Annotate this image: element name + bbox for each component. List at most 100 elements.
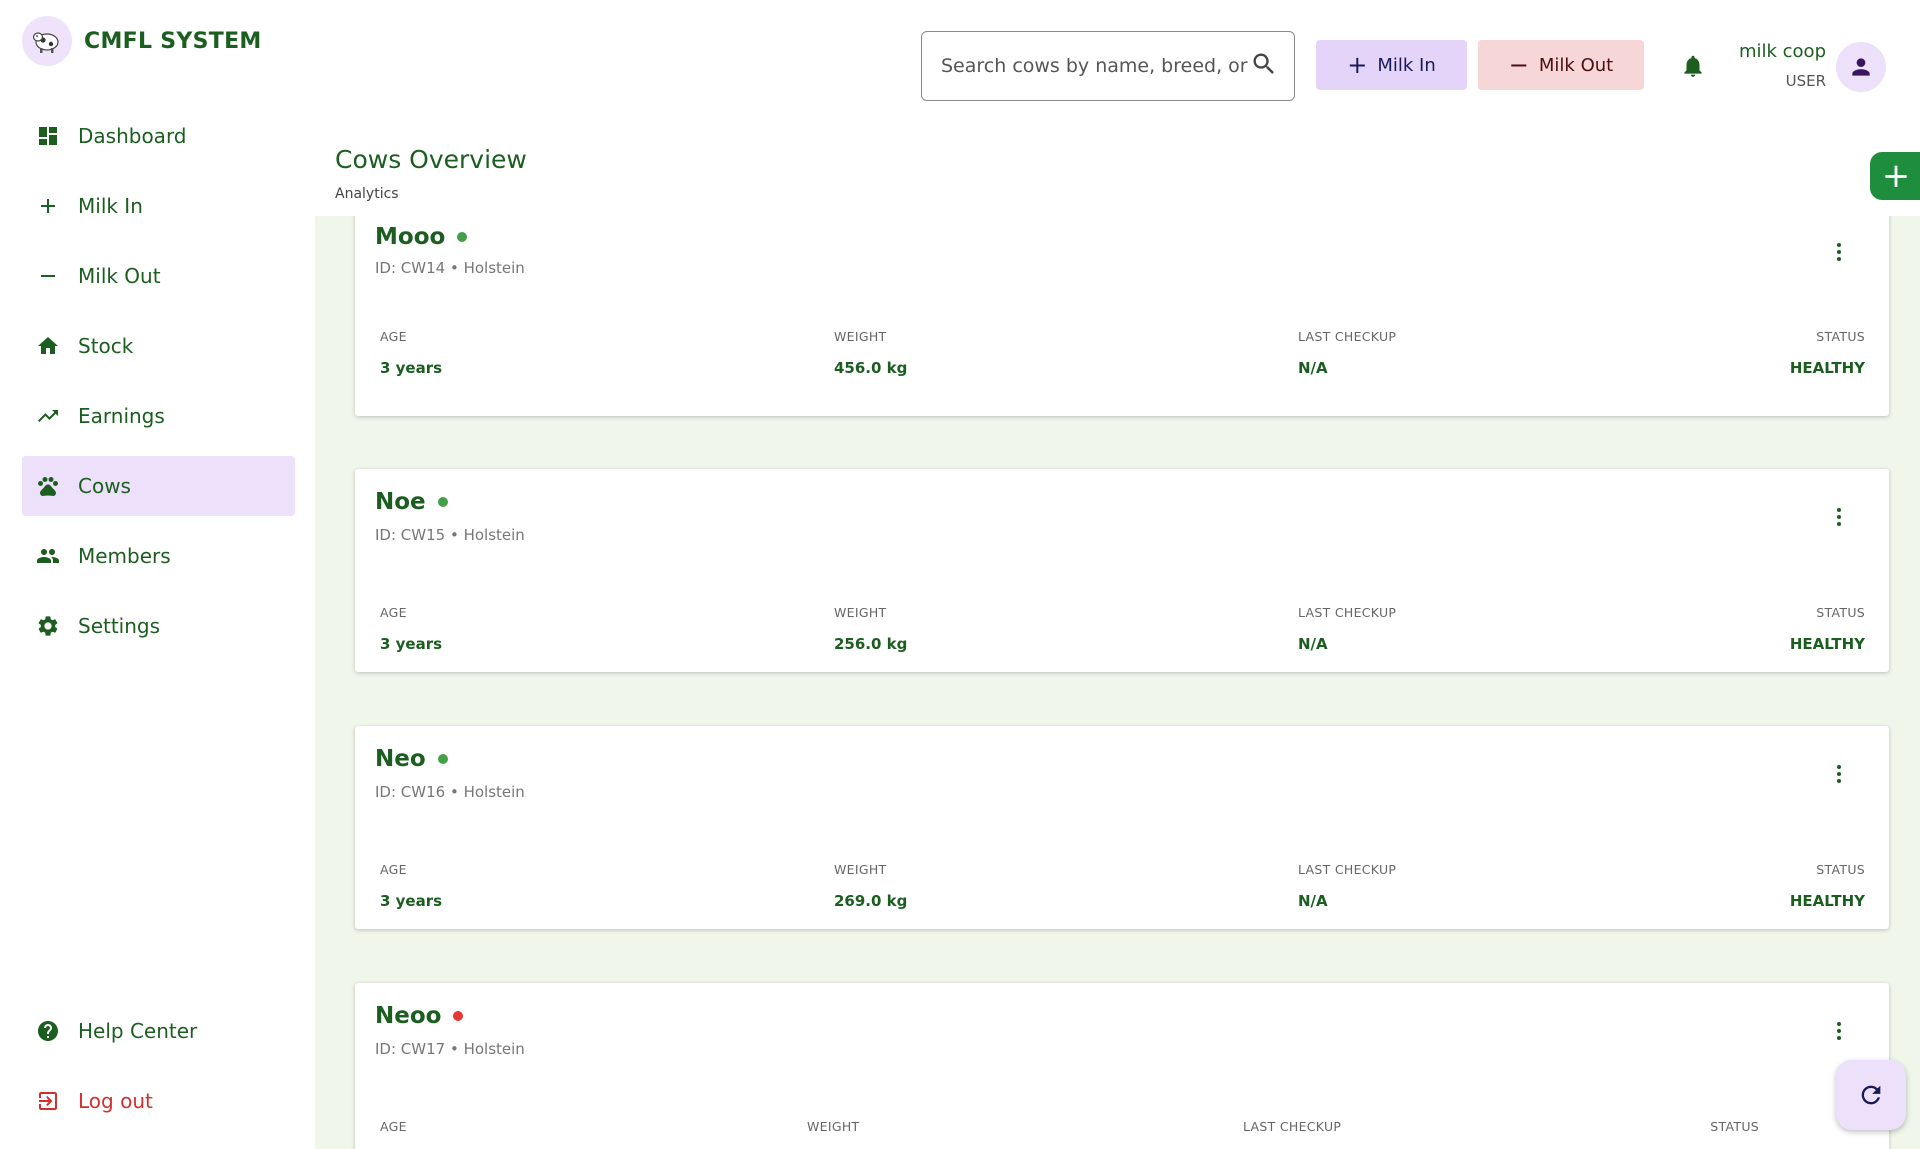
refresh-button[interactable] — [1836, 1060, 1906, 1130]
milk-out-button[interactable]: − Milk Out — [1478, 40, 1644, 90]
sidebar-item-label: Stock — [78, 334, 134, 358]
cow-list[interactable]: Mooo ID: CW14 • Holstein AGE WEIGHT LAST… — [315, 216, 1920, 1149]
status-dot — [457, 232, 468, 242]
dashboard-icon — [36, 124, 60, 148]
gear-icon — [36, 614, 60, 638]
age-value: 3 years — [380, 359, 443, 377]
more-options-icon[interactable] — [1827, 762, 1851, 786]
status-label: STATUS — [1816, 862, 1865, 877]
sidebar-item-label: Dashboard — [78, 124, 187, 148]
status-value: HEALTHY — [1789, 359, 1865, 377]
minus-icon: − — [1508, 51, 1529, 79]
sidebar-item-label: Members — [78, 544, 171, 568]
age-label: AGE — [380, 605, 407, 620]
cow-meta: ID: CW16 • Holstein — [375, 783, 525, 801]
sidebar-item-dashboard[interactable]: Dashboard — [22, 106, 295, 166]
weight-label: WEIGHT — [834, 862, 887, 877]
page-title: Cows Overview — [335, 145, 527, 174]
last-checkup-label: LAST CHECKUP — [1243, 1119, 1342, 1134]
cow-name: Mooo — [375, 224, 468, 250]
brand[interactable]: CMFL SYSTEM — [22, 16, 262, 66]
sidebar-item-stock[interactable]: Stock — [22, 316, 295, 376]
plus-icon — [36, 194, 60, 218]
weight-label: WEIGHT — [834, 605, 887, 620]
age-label: AGE — [380, 1119, 407, 1134]
milk-in-button[interactable]: + Milk In — [1316, 40, 1467, 90]
cow-name-text: Neoo — [375, 1003, 442, 1029]
sidebar-item-members[interactable]: Members — [22, 526, 295, 586]
sidebar-item-label: Log out — [78, 1089, 153, 1113]
cow-card[interactable]: Neoo ID: CW17 • Holstein AGE WEIGHT LAST… — [355, 983, 1889, 1149]
cow-meta: ID: CW14 • Holstein — [375, 259, 525, 277]
more-options-icon[interactable] — [1827, 505, 1851, 529]
sidebar-item-logout[interactable]: Log out — [22, 1071, 295, 1131]
age-value: 3 years — [380, 635, 443, 653]
more-options-icon[interactable] — [1827, 240, 1851, 264]
refresh-icon — [1861, 1085, 1881, 1105]
plus-icon: + — [1347, 51, 1368, 79]
user-role: USER — [1785, 72, 1826, 90]
page-subtitle: Analytics — [335, 186, 399, 202]
status-value: HEALTHY — [1789, 892, 1865, 910]
sidebar-item-settings[interactable]: Settings — [22, 596, 295, 656]
sidebar-item-label: Milk Out — [78, 264, 161, 288]
status-value: HEALTHY — [1789, 635, 1865, 653]
minus-icon — [36, 264, 60, 288]
status-dot — [453, 1011, 464, 1021]
cow-name: Noe — [375, 489, 448, 515]
user-name: milk coop — [1738, 41, 1826, 62]
cow-name-text: Mooo — [375, 224, 446, 250]
milk-out-label: Milk Out — [1538, 54, 1614, 76]
age-value: 3 years — [380, 892, 443, 910]
brand-title: CMFL SYSTEM — [84, 28, 262, 54]
sidebar-item-label: Milk In — [78, 194, 143, 218]
more-options-icon[interactable] — [1827, 1019, 1851, 1043]
last-checkup-label: LAST CHECKUP — [1298, 605, 1397, 620]
cow-card[interactable]: Neo ID: CW16 • Holstein AGE WEIGHT LAST … — [355, 726, 1889, 929]
weight-label: WEIGHT — [834, 329, 887, 344]
add-cow-button[interactable]: + — [1870, 152, 1920, 200]
sidebar-item-label: Help Center — [78, 1019, 198, 1043]
last-checkup-label: LAST CHECKUP — [1298, 329, 1397, 344]
status-label: STATUS — [1816, 329, 1865, 344]
last-checkup-value: N/A — [1298, 892, 1328, 910]
cow-name-text: Noe — [375, 489, 426, 515]
cow-meta: ID: CW17 • Holstein — [375, 1040, 525, 1058]
sidebar-item-earnings[interactable]: Earnings — [22, 386, 295, 446]
age-label: AGE — [380, 329, 407, 344]
search-input[interactable] — [941, 55, 1250, 77]
avatar[interactable] — [1836, 42, 1886, 92]
cow-meta: ID: CW15 • Holstein — [375, 526, 525, 544]
cow-card[interactable]: Mooo ID: CW14 • Holstein AGE WEIGHT LAST… — [355, 216, 1889, 416]
person-icon — [1852, 58, 1870, 76]
weight-value: 456.0 kg — [834, 359, 908, 377]
paw-icon — [36, 474, 60, 498]
milk-in-label: Milk In — [1377, 54, 1436, 76]
last-checkup-value: N/A — [1298, 359, 1328, 377]
age-label: AGE — [380, 862, 407, 877]
cow-name-text: Neo — [375, 746, 426, 772]
status-dot — [437, 497, 448, 507]
plus-icon: + — [1881, 156, 1911, 196]
cow-card[interactable]: Noe ID: CW15 • Holstein AGE WEIGHT LAST … — [355, 469, 1889, 672]
search-icon[interactable] — [1250, 50, 1278, 82]
sidebar-item-label: Earnings — [78, 404, 165, 428]
people-icon — [36, 544, 60, 568]
cow-icon — [22, 16, 72, 66]
status-label: STATUS — [1816, 605, 1865, 620]
weight-value: 269.0 kg — [834, 892, 908, 910]
logout-icon — [36, 1089, 60, 1113]
sidebar-item-label: Cows — [78, 474, 131, 498]
status-dot — [437, 754, 448, 764]
last-checkup-value: N/A — [1298, 635, 1328, 653]
cow-name: Neo — [375, 746, 448, 772]
status-label: STATUS — [1710, 1119, 1759, 1134]
last-checkup-label: LAST CHECKUP — [1298, 862, 1397, 877]
sidebar-item-help-center[interactable]: Help Center — [22, 1001, 295, 1061]
sidebar-item-milk-in[interactable]: Milk In — [22, 176, 295, 236]
sidebar: CMFL SYSTEM Dashboard Milk In Milk Out S… — [0, 0, 315, 1149]
weight-label: WEIGHT — [807, 1119, 860, 1134]
sidebar-item-cows[interactable]: Cows — [22, 456, 295, 516]
weight-value: 256.0 kg — [834, 635, 908, 653]
sidebar-item-milk-out[interactable]: Milk Out — [22, 246, 295, 306]
